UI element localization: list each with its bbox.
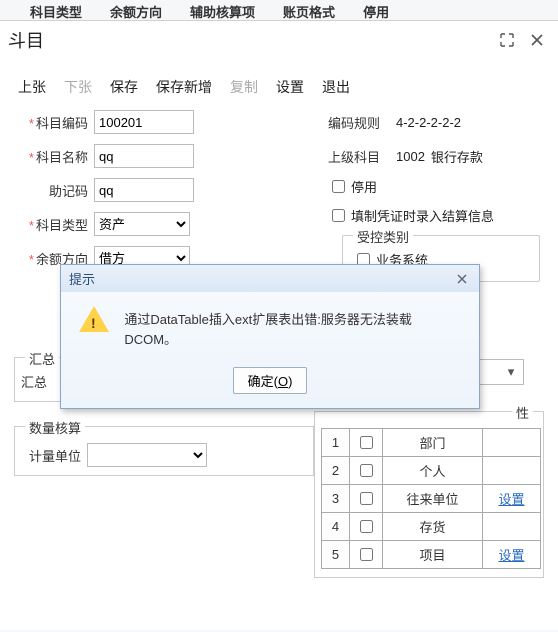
bg-tab-3: 辅助核算项: [190, 0, 255, 20]
label-mnemonic: 助记码: [18, 181, 88, 200]
row-index: 1: [322, 429, 350, 457]
row-check[interactable]: [360, 548, 373, 561]
label-disable: 停用: [351, 177, 377, 196]
bg-tab-1: 科目类型: [30, 0, 82, 20]
row-index: 5: [322, 541, 350, 569]
row-name: 部门: [383, 429, 483, 457]
expand-icon[interactable]: [496, 29, 518, 51]
chevron-down-icon: ▾: [503, 364, 519, 380]
check-disable[interactable]: [332, 180, 345, 193]
dialog-message: 通过DataTable插入ext扩展表出错:服务器无法装载 DCOM。: [124, 306, 461, 349]
unit-label: 计量单位: [21, 446, 81, 465]
value-parent-code: 1002: [396, 149, 425, 164]
row-check[interactable]: [360, 520, 373, 533]
row-check-cell: [350, 457, 383, 485]
select-type[interactable]: 资产: [94, 212, 190, 236]
page-title: 斗目: [8, 27, 44, 53]
row-name: 往来单位: [383, 485, 483, 513]
row-set-link[interactable]: 设置: [498, 492, 524, 507]
row-check-cell: [350, 513, 383, 541]
label-type: 科目类型: [18, 215, 88, 234]
value-rule: 4-2-2-2-2-2: [396, 115, 461, 130]
toolbar-save[interactable]: 保存: [110, 77, 138, 97]
alert-dialog: 提示 通过DataTable插入ext扩展表出错:服务器无法装载 DCOM。 确…: [60, 264, 480, 409]
row-set-link[interactable]: 设置: [498, 548, 524, 563]
row-name: 个人: [383, 457, 483, 485]
input-mnemonic[interactable]: [94, 178, 194, 202]
toolbar-exit[interactable]: 退出: [322, 77, 350, 97]
controlled-legend: 受控类别: [353, 227, 413, 246]
hz-label: 汇总: [21, 372, 47, 391]
row-check-cell: [350, 429, 383, 457]
dialog-ok-label: 确定: [248, 374, 274, 389]
row-check[interactable]: [360, 464, 373, 477]
row-index: 4: [322, 513, 350, 541]
aux-attr-legend: 性: [512, 403, 533, 422]
toolbar-next: 下张: [64, 77, 92, 97]
label-rule: 编码规则: [328, 113, 388, 132]
row-set: [483, 513, 541, 541]
row-set: 设置: [483, 485, 541, 513]
label-parent: 上级科目: [328, 147, 388, 166]
row-name: 存货: [383, 513, 483, 541]
row-check[interactable]: [360, 436, 373, 449]
row-check-cell: [350, 541, 383, 569]
toolbar: 上张 下张 保存 保存新增 复制 设置 退出: [0, 57, 558, 109]
label-code: 科目编码: [18, 113, 88, 132]
dialog-title: 提示: [69, 269, 95, 288]
background-tabs: 科目类型 余额方向 辅助核算项 账页格式 停用: [0, 0, 558, 20]
toolbar-settings[interactable]: 设置: [276, 77, 304, 97]
check-voucher[interactable]: [332, 209, 345, 222]
label-name: 科目名称: [18, 147, 88, 166]
qty-legend: 数量核算: [25, 418, 85, 437]
row-index: 3: [322, 485, 350, 513]
dialog-ok-key: O: [278, 374, 288, 389]
toolbar-copy: 复制: [230, 77, 258, 97]
table-row: 1 部门: [322, 429, 541, 457]
hz-legend: 汇总: [25, 349, 59, 368]
value-parent-name: 银行存款: [431, 147, 483, 166]
close-icon[interactable]: [526, 29, 548, 51]
aux-attr-section: 性 1部门2个人3往来单位设置4存货5项目设置: [314, 411, 544, 578]
bg-tab-2: 余额方向: [110, 0, 162, 20]
row-check-cell: [350, 485, 383, 513]
input-code[interactable]: [94, 110, 194, 134]
row-name: 项目: [383, 541, 483, 569]
warning-icon: [79, 306, 110, 338]
row-set: 设置: [483, 541, 541, 569]
row-set: [483, 457, 541, 485]
label-voucher: 填制凭证时录入结算信息: [351, 206, 494, 225]
aux-table: 1部门2个人3往来单位设置4存货5项目设置: [321, 428, 541, 569]
row-set: [483, 429, 541, 457]
dialog-ok-button[interactable]: 确定(O): [233, 367, 308, 394]
toolbar-prev[interactable]: 上张: [18, 77, 46, 97]
dialog-close-icon[interactable]: [453, 270, 471, 288]
table-row: 5 项目设置: [322, 541, 541, 569]
row-index: 2: [322, 457, 350, 485]
toolbar-save-new[interactable]: 保存新增: [156, 77, 212, 97]
bg-tab-4: 账页格式: [283, 0, 335, 20]
table-row: 4 存货: [322, 513, 541, 541]
qty-section: 数量核算 计量单位: [14, 426, 314, 476]
table-row: 3 往来单位设置: [322, 485, 541, 513]
bg-tab-5: 停用: [363, 0, 389, 20]
unit-select[interactable]: [87, 443, 207, 467]
row-check[interactable]: [360, 492, 373, 505]
input-name[interactable]: [94, 144, 194, 168]
table-row: 2 个人: [322, 457, 541, 485]
